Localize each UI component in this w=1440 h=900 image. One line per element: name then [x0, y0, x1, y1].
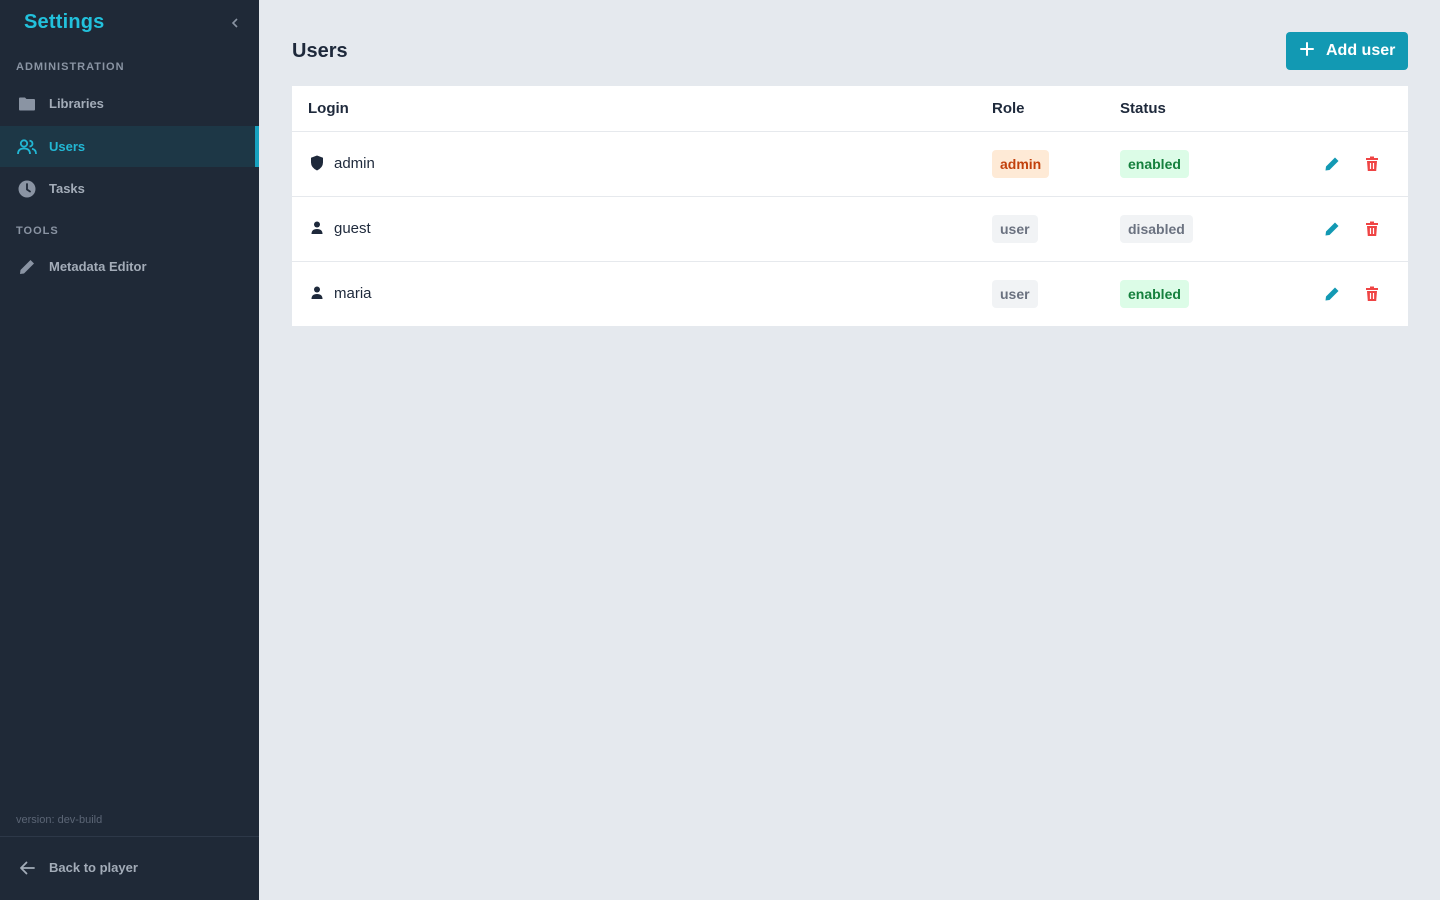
sidebar-item-libraries[interactable]: Libraries — [0, 83, 259, 124]
person-icon — [309, 220, 325, 236]
column-header-login[interactable]: Login — [308, 100, 349, 117]
sidebar-item-users[interactable]: Users — [0, 126, 259, 167]
section-label-administration: ADMINISTRATION — [16, 61, 125, 73]
back-to-player-link[interactable]: Back to player — [0, 848, 259, 888]
person-icon — [309, 285, 325, 301]
sidebar-divider — [0, 836, 259, 837]
collapse-sidebar-button[interactable] — [228, 14, 242, 34]
status-badge: enabled — [1120, 280, 1189, 308]
edit-icon[interactable] — [1322, 219, 1342, 239]
sidebar-item-label: Metadata Editor — [49, 259, 147, 274]
user-login: guest — [334, 220, 371, 237]
users-table: Login Role Status admin admin enabled gu… — [292, 86, 1408, 326]
sidebar-item-label: Libraries — [49, 96, 104, 111]
delete-icon[interactable] — [1362, 219, 1382, 239]
delete-icon[interactable] — [1362, 284, 1382, 304]
shield-icon — [309, 155, 325, 171]
role-badge: user — [992, 280, 1038, 308]
chevron-left-icon — [231, 18, 238, 28]
add-user-label: Add user — [1326, 42, 1396, 59]
table-row[interactable]: admin admin enabled — [292, 132, 1408, 197]
sidebar-item-label: Tasks — [49, 181, 85, 196]
table-row[interactable]: maria user enabled — [292, 262, 1408, 327]
user-login: admin — [334, 155, 375, 172]
back-to-player-label: Back to player — [49, 860, 138, 875]
sidebar-title: Settings — [24, 11, 105, 33]
sidebar-item-metadata-editor[interactable]: Metadata Editor — [0, 246, 259, 287]
add-user-button[interactable]: Add user — [1286, 32, 1408, 70]
page-title: Users — [292, 40, 348, 62]
plus-icon — [1300, 41, 1314, 59]
column-header-role[interactable]: Role — [992, 100, 1025, 117]
user-login: maria — [334, 285, 372, 302]
sidebar-item-label: Users — [49, 139, 86, 154]
role-badge: admin — [992, 150, 1050, 178]
sidebar-item-tasks[interactable]: Tasks — [0, 168, 259, 209]
column-header-status[interactable]: Status — [1120, 100, 1166, 117]
folder-icon — [17, 94, 37, 114]
edit-icon[interactable] — [1322, 154, 1342, 174]
delete-icon[interactable] — [1362, 154, 1382, 174]
table-row[interactable]: guest user disabled — [292, 197, 1408, 262]
section-label-tools: TOOLS — [16, 225, 59, 237]
role-badge: user — [992, 215, 1038, 243]
clock-icon — [17, 179, 37, 199]
table-header: Login Role Status — [292, 86, 1408, 132]
status-badge: disabled — [1120, 215, 1193, 243]
sidebar: Settings ADMINISTRATION Libraries Users … — [0, 0, 259, 900]
pencil-icon — [17, 257, 37, 277]
version-label: version: dev-build — [16, 814, 103, 826]
users-icon — [17, 137, 37, 157]
arrow-left-icon — [17, 858, 37, 878]
status-badge: enabled — [1120, 150, 1189, 178]
edit-icon[interactable] — [1322, 284, 1342, 304]
